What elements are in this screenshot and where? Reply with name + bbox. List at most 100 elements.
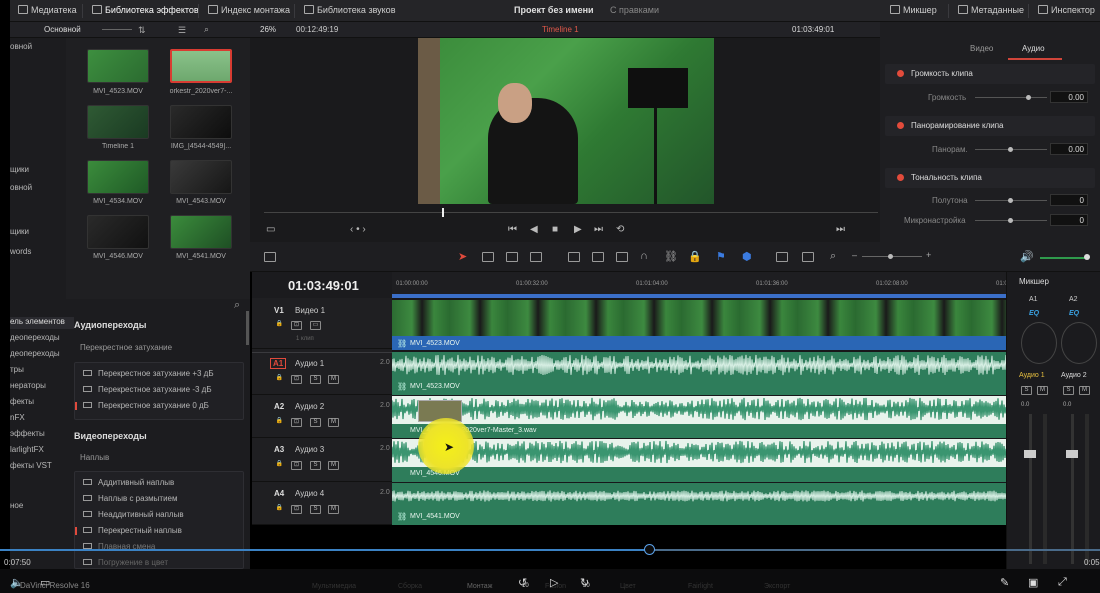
solo-button[interactable]: S [310, 505, 321, 514]
play-icon[interactable]: ▷ [550, 576, 558, 589]
metadata-button[interactable]: Метаданные [958, 5, 1024, 15]
pen-icon[interactable]: ✎ [1000, 576, 1009, 589]
bin-item[interactable]: овной [10, 42, 32, 51]
lock-icon[interactable]: 🔒 [688, 250, 702, 263]
layout-icon[interactable] [264, 252, 276, 262]
page-tab-active[interactable]: Монтаж [467, 583, 492, 590]
category-item[interactable]: larlightFX [10, 445, 44, 454]
mute-button[interactable]: M [1079, 386, 1090, 395]
bin-item[interactable]: щики [10, 165, 29, 174]
clip-thumbnail[interactable] [87, 215, 149, 249]
eq-button[interactable]: EQ [1069, 310, 1079, 317]
bin-item[interactable]: овной [10, 183, 32, 192]
mute-button[interactable]: M [328, 418, 339, 427]
page-tab[interactable]: Экспорт [764, 583, 790, 590]
sound-library-button[interactable]: Библиотека звуков [304, 5, 395, 15]
pan-field[interactable]: 0.00 [1050, 143, 1088, 155]
category-item[interactable]: ное [10, 501, 23, 510]
video-progress-handle[interactable] [644, 544, 655, 555]
search-icon[interactable]: ⌕ [234, 299, 240, 312]
category-item[interactable]: нераторы [10, 381, 46, 390]
category-item[interactable]: тры [10, 365, 24, 374]
tab-video[interactable]: Видео [970, 44, 993, 53]
audio-clip-a2[interactable]: MVI_4...orkestr_2020ver7-Master_3.wav [392, 396, 1006, 438]
slider-knob[interactable] [1008, 218, 1013, 223]
marker-icon[interactable]: ⬢ [742, 250, 752, 263]
transition-item[interactable]: Перекрестный наплыв [83, 526, 182, 535]
lock-icon[interactable]: 🔒 [274, 505, 285, 514]
category-item[interactable]: фекты VST [10, 461, 52, 470]
toggle-dot[interactable] [897, 122, 904, 129]
timeline-ruler[interactable]: 01:00:00:00 01:00:32:00 01:01:04:00 01:0… [392, 272, 1028, 298]
fullscreen-icon[interactable]: ⤢ [1058, 576, 1067, 589]
mute-button[interactable]: M [328, 375, 339, 384]
bin-item[interactable]: щики [10, 227, 29, 236]
speaker-icon[interactable]: 🔊 [1020, 250, 1034, 263]
thumb-size-slider[interactable] [102, 29, 132, 30]
mixer-button[interactable]: Микшер [890, 5, 937, 15]
fader-handle[interactable] [1024, 450, 1036, 458]
transition-item[interactable]: Наплыв с размытием [83, 494, 177, 503]
zoom-in-icon[interactable]: + [926, 250, 931, 260]
trim-tool-icon[interactable] [482, 252, 494, 262]
scrollbar[interactable] [246, 311, 249, 345]
insert-clip-icon[interactable] [568, 252, 580, 262]
detail-zoom-icon[interactable] [802, 252, 814, 262]
solo-button[interactable]: S [310, 418, 321, 427]
category-item[interactable]: ель элементов [10, 317, 65, 326]
section-clip-volume[interactable]: Громкость клипа [885, 64, 1095, 84]
pip-icon[interactable]: ▣ [1028, 576, 1038, 589]
overwrite-clip-icon[interactable] [592, 252, 604, 262]
finetune-field[interactable]: 0 [1050, 214, 1088, 226]
media-pool-button[interactable]: Медиатека [18, 5, 77, 15]
bin-item[interactable]: words [10, 247, 31, 256]
search-icon[interactable]: ⌕ [204, 24, 209, 35]
timeline-thumbnail[interactable] [87, 105, 149, 139]
audio-clip-a3[interactable]: MVI_4546.MOV [392, 439, 1006, 482]
jump-start-icon[interactable]: ⏮ [508, 224, 517, 235]
sort-icon[interactable]: ⇅ [138, 25, 146, 36]
clip-thumbnail[interactable] [170, 160, 232, 194]
section-clip-pitch[interactable]: Тональность клипа [885, 168, 1095, 188]
select-tool-icon[interactable]: ➤ [458, 250, 467, 263]
crop-icon[interactable]: ▭ [266, 224, 275, 235]
mute-button[interactable]: M [328, 461, 339, 470]
transition-item[interactable]: Перекрестное затухание +3 дБ [83, 369, 214, 378]
inspector-button[interactable]: Инспектор [1038, 5, 1095, 15]
page-tab[interactable]: Цвет [620, 583, 636, 590]
category-item[interactable]: деопереходы [10, 349, 60, 358]
mute-button[interactable]: M [328, 505, 339, 514]
transition-item[interactable]: Неаддитивный наплыв [83, 510, 184, 519]
lock-icon[interactable]: 🔒 [274, 375, 285, 384]
page-tab[interactable]: Сборка [398, 583, 422, 590]
clip-thumbnail[interactable] [170, 105, 232, 139]
solo-button[interactable]: S [310, 375, 321, 384]
section-clip-pan[interactable]: Панорамирование клипа [885, 116, 1095, 136]
audio-clip-a1[interactable]: ⛓ MVI_4523.MOV [392, 352, 1006, 395]
page-tab[interactable]: Fairlight [688, 583, 713, 590]
transition-item[interactable]: Перекрестное затухание 0 дБ [83, 401, 209, 410]
master-volume-slider[interactable] [1040, 257, 1086, 259]
auto-select-icon[interactable]: ⊡ [291, 461, 302, 470]
clip-thumbnail[interactable] [87, 49, 149, 83]
viewer-playhead[interactable] [442, 208, 444, 217]
auto-select-icon[interactable]: ⊡ [291, 418, 302, 427]
edit-index-button[interactable]: Индекс монтажа [208, 5, 290, 15]
lock-icon[interactable]: 🔒 [274, 461, 285, 470]
play-icon[interactable]: ▶ [574, 224, 582, 235]
clip-thumbnail-selected[interactable] [170, 49, 232, 83]
flag-icon[interactable]: ⚑ [716, 250, 726, 263]
video-clip[interactable]: MVI_4523.MOV ⛓ [392, 300, 1006, 350]
eq-button[interactable]: EQ [1029, 310, 1039, 317]
slider-knob[interactable] [1008, 198, 1013, 203]
bin-name[interactable]: Основной [44, 25, 81, 34]
auto-select-icon[interactable]: ⊡ [291, 375, 302, 384]
next-edit-icon[interactable]: ⏭ [836, 224, 845, 235]
custom-zoom-icon[interactable]: ⌕ [830, 250, 836, 263]
volume-icon[interactable]: 🔈 [10, 576, 24, 589]
page-tab[interactable]: Мультимедиа [312, 583, 356, 590]
toggle-dot[interactable] [897, 174, 904, 181]
pan-knob[interactable] [1061, 322, 1097, 364]
solo-button[interactable]: S [1063, 386, 1074, 395]
nav-arrows-icon[interactable]: ‹ • › [350, 224, 366, 235]
